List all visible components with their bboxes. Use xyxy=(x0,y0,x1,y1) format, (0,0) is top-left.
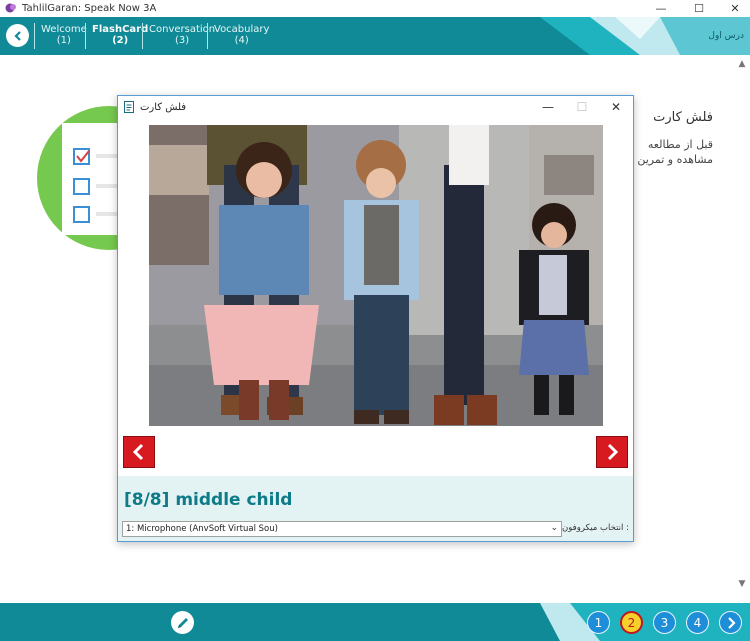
microphone-select-value: 1: Microphone (AnvSoft Virtual Sou) xyxy=(126,524,278,534)
tab-conversation-num: (3) xyxy=(174,35,190,46)
pencil-icon xyxy=(177,617,188,628)
document-icon xyxy=(124,101,134,113)
flashcard-dialog: فلش کارت — ☐ ✕ [8/8] middle child 1: Mic… xyxy=(117,95,634,542)
dialog-title: فلش کارت xyxy=(140,101,187,113)
chevron-right-icon xyxy=(727,616,736,629)
tab-welcome-num: (1) xyxy=(56,35,71,46)
tab-flashcard-label: FlashCard xyxy=(92,24,149,35)
back-button[interactable] xyxy=(6,24,29,47)
flashcard-photo xyxy=(149,125,603,426)
microphone-select[interactable]: 1: Microphone (AnvSoft Virtual Sou) ⌄ xyxy=(122,521,562,537)
page-button-2[interactable]: 2 xyxy=(620,611,643,634)
tab-vocabulary[interactable]: Vocabulary (4) xyxy=(207,23,275,49)
next-page-button[interactable] xyxy=(719,611,742,634)
tab-welcome-label: Welcome xyxy=(41,24,87,35)
flashcard-caption: [8/8] middle child xyxy=(124,490,293,510)
caption-panel: [8/8] middle child 1: Microphone (AnvSof… xyxy=(118,476,633,541)
chevron-left-icon xyxy=(13,30,21,41)
chevron-left-icon xyxy=(132,443,144,461)
dialog-minimize-button[interactable]: — xyxy=(532,96,564,118)
maximize-button[interactable]: ☐ xyxy=(684,0,714,16)
previous-card-button[interactable] xyxy=(123,436,155,468)
scroll-down-arrow-icon[interactable]: ▼ xyxy=(736,579,748,591)
page-button-4[interactable]: 4 xyxy=(686,611,709,634)
window-title: TahlilGaran: Speak Now 3A xyxy=(22,2,157,14)
scroll-up-arrow-icon[interactable]: ▲ xyxy=(736,59,748,71)
dialog-titlebar: فلش کارت — ☐ ✕ xyxy=(118,96,633,118)
tab-flashcard-num: (2) xyxy=(112,35,129,46)
top-navigation: Welcome (1) FlashCard (2) Conversation (… xyxy=(0,17,750,55)
edit-button[interactable] xyxy=(171,611,194,634)
lesson-title: درس اول xyxy=(708,31,744,41)
app-logo-icon xyxy=(5,3,16,13)
tab-vocabulary-num: (4) xyxy=(234,35,249,46)
tab-conversation-label: Conversation xyxy=(149,24,216,35)
tab-vocabulary-label: Vocabulary xyxy=(214,24,270,35)
minimize-button[interactable]: — xyxy=(646,0,676,16)
dialog-close-button[interactable]: ✕ xyxy=(600,96,632,118)
close-button[interactable]: ✕ xyxy=(720,0,750,16)
tab-welcome[interactable]: Welcome (1) xyxy=(34,23,93,49)
bottom-bar: 1 2 3 4 xyxy=(0,603,750,641)
microphone-label: انتخاب میکروفون : xyxy=(562,523,629,533)
page-title: فلش کارت xyxy=(653,110,713,125)
next-card-button[interactable] xyxy=(596,436,628,468)
page-button-3[interactable]: 3 xyxy=(653,611,676,634)
page-button-1[interactable]: 1 xyxy=(587,611,610,634)
dialog-maximize-button: ☐ xyxy=(576,100,588,114)
chevron-down-icon: ⌄ xyxy=(550,523,558,533)
chevron-right-icon xyxy=(607,443,619,461)
window-titlebar: TahlilGaran: Speak Now 3A — ☐ ✕ xyxy=(0,0,750,16)
